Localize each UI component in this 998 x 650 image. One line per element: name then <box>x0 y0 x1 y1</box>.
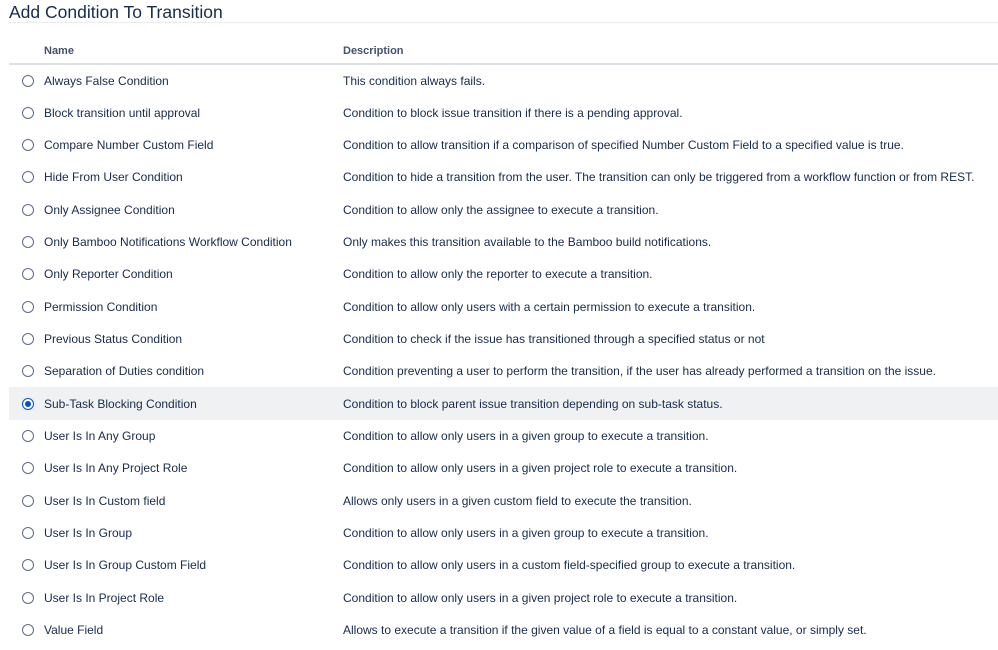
condition-row[interactable]: User Is In Project Role Condition to allo… <box>9 582 998 614</box>
condition-description: Condition preventing a user to perform t… <box>343 364 936 379</box>
condition-radio-button[interactable] <box>22 300 34 313</box>
condition-description: Allows only users in a given custom fiel… <box>343 493 692 508</box>
condition-radio-button[interactable] <box>22 171 34 184</box>
condition-description: Allows to execute a transition if the gi… <box>343 623 867 638</box>
condition-name[interactable]: Compare Number Custom Field <box>44 129 343 161</box>
condition-description: Condition to allow only the assignee to … <box>343 202 659 217</box>
condition-radio-button[interactable] <box>22 268 34 281</box>
condition-radio-button[interactable] <box>22 332 34 345</box>
condition-radio-cell <box>9 290 44 322</box>
condition-name[interactable]: Hide From User Condition <box>44 161 343 193</box>
condition-name[interactable]: Only Bamboo Notifications Workflow Condi… <box>44 226 343 258</box>
condition-radio-button[interactable] <box>22 74 34 87</box>
condition-row[interactable]: Previous Status Condition Condition to ch… <box>9 323 998 355</box>
condition-radio-button[interactable] <box>22 138 34 151</box>
condition-description: Condition to allow only the reporter to … <box>343 267 653 282</box>
condition-radio-button[interactable] <box>22 494 34 507</box>
title-divider <box>9 22 998 23</box>
condition-radio-button[interactable] <box>22 235 34 248</box>
condition-row[interactable]: Permission Condition Condition to allow o… <box>9 290 998 322</box>
condition-row[interactable]: User Is In Group Custom Field Condition t… <box>9 549 998 581</box>
condition-description: Condition to block issue transition if t… <box>343 105 683 120</box>
condition-name[interactable]: Value Field <box>44 614 343 646</box>
condition-description: Condition to allow only users in a given… <box>343 428 709 443</box>
condition-description: Only makes this transition available to … <box>343 234 712 249</box>
condition-radio-cell <box>9 64 44 96</box>
condition-row[interactable]: Always False Condition This condition alw… <box>9 64 998 96</box>
condition-radio-button[interactable] <box>22 397 34 410</box>
condition-row[interactable]: Only Bamboo Notifications Workflow Condi… <box>9 226 998 258</box>
condition-radio-button[interactable] <box>22 559 34 572</box>
condition-name[interactable]: Only Reporter Condition <box>44 258 343 290</box>
conditions-list: Always False Condition This condition alw… <box>9 64 998 646</box>
condition-radio-cell <box>9 226 44 258</box>
condition-radio-cell <box>9 258 44 290</box>
condition-radio-button[interactable] <box>22 203 34 216</box>
condition-row[interactable]: Sub-Task Blocking Condition Condition to … <box>9 387 998 420</box>
condition-name[interactable]: Sub-Task Blocking Condition <box>44 387 343 420</box>
radio-column-header <box>9 38 44 65</box>
condition-radio-cell <box>9 614 44 646</box>
table-header: Name Description <box>9 38 998 65</box>
condition-radio-cell <box>9 517 44 549</box>
condition-radio-cell <box>9 323 44 355</box>
condition-description: Condition to allow transition if a compa… <box>343 137 904 152</box>
condition-row[interactable]: User Is In Any Project Role Condition to … <box>9 452 998 484</box>
condition-radio-cell <box>9 387 44 420</box>
condition-row[interactable]: Only Assignee Condition Condition to allo… <box>9 193 998 225</box>
condition-description: Condition to allow only users in a given… <box>343 461 738 476</box>
condition-radio-cell <box>9 355 44 387</box>
condition-row[interactable]: Compare Number Custom Field Condition to … <box>9 129 998 161</box>
name-column-header: Name <box>44 38 343 65</box>
conditions-table: Name Description Always False Condition T… <box>9 38 998 646</box>
condition-radio-cell <box>9 582 44 614</box>
condition-name[interactable]: Previous Status Condition <box>44 323 343 355</box>
condition-name[interactable]: User Is In Group Custom Field <box>44 549 343 581</box>
condition-name[interactable]: User Is In Project Role <box>44 582 343 614</box>
condition-radio-cell <box>9 420 44 452</box>
condition-row[interactable]: User Is In Group Condition to allow only … <box>9 517 998 549</box>
condition-description: Condition to hide a transition from the … <box>343 170 975 185</box>
condition-row[interactable]: User Is In Any Group Condition to allow o… <box>9 420 998 452</box>
condition-radio-button[interactable] <box>22 624 34 637</box>
condition-name[interactable]: User Is In Group <box>44 517 343 549</box>
condition-radio-button[interactable] <box>22 365 34 378</box>
condition-row[interactable]: Separation of Duties condition Condition … <box>9 355 998 387</box>
condition-description: Condition to allow only users in a custo… <box>343 558 796 573</box>
condition-row[interactable]: User Is In Custom field Allows only users… <box>9 484 998 516</box>
condition-description: Condition to block parent issue transiti… <box>343 387 998 420</box>
condition-radio-cell <box>9 549 44 581</box>
condition-description: Condition to allow only users with a cer… <box>343 299 756 314</box>
condition-row[interactable]: Hide From User Condition Condition to hid… <box>9 161 998 193</box>
condition-description: Condition to check if the issue has tran… <box>343 331 765 346</box>
condition-radio-cell <box>9 452 44 484</box>
condition-radio-button[interactable] <box>22 591 34 604</box>
condition-radio-button[interactable] <box>22 462 34 475</box>
condition-row[interactable]: Only Reporter Condition Condition to allo… <box>9 258 998 290</box>
condition-radio-button[interactable] <box>22 106 34 119</box>
condition-description: This condition always fails. <box>343 73 486 88</box>
condition-name[interactable]: User Is In Any Group <box>44 420 343 452</box>
condition-name[interactable]: User Is In Any Project Role <box>44 452 343 484</box>
condition-row[interactable]: Value Field Allows to execute a transitio… <box>9 614 998 646</box>
condition-name[interactable]: Permission Condition <box>44 290 343 322</box>
condition-name[interactable]: Separation of Duties condition <box>44 355 343 387</box>
condition-name[interactable]: Only Assignee Condition <box>44 193 343 225</box>
condition-name[interactable]: Always False Condition <box>44 64 343 96</box>
condition-radio-button[interactable] <box>22 429 34 442</box>
condition-description: Condition to allow only users in a given… <box>343 590 738 605</box>
page-title: Add Condition To Transition <box>9 2 223 22</box>
condition-radio-button[interactable] <box>22 526 34 539</box>
description-column-header: Description <box>343 38 998 65</box>
condition-name[interactable]: User Is In Custom field <box>44 484 343 516</box>
condition-radio-cell <box>9 193 44 225</box>
condition-name[interactable]: Block transition until approval <box>44 96 343 128</box>
condition-radio-cell <box>9 96 44 128</box>
condition-description: Condition to allow only users in a given… <box>343 525 709 540</box>
condition-row[interactable]: Block transition until approval Condition… <box>9 96 998 128</box>
condition-radio-cell <box>9 161 44 193</box>
condition-radio-cell <box>9 129 44 161</box>
condition-radio-cell <box>9 484 44 516</box>
